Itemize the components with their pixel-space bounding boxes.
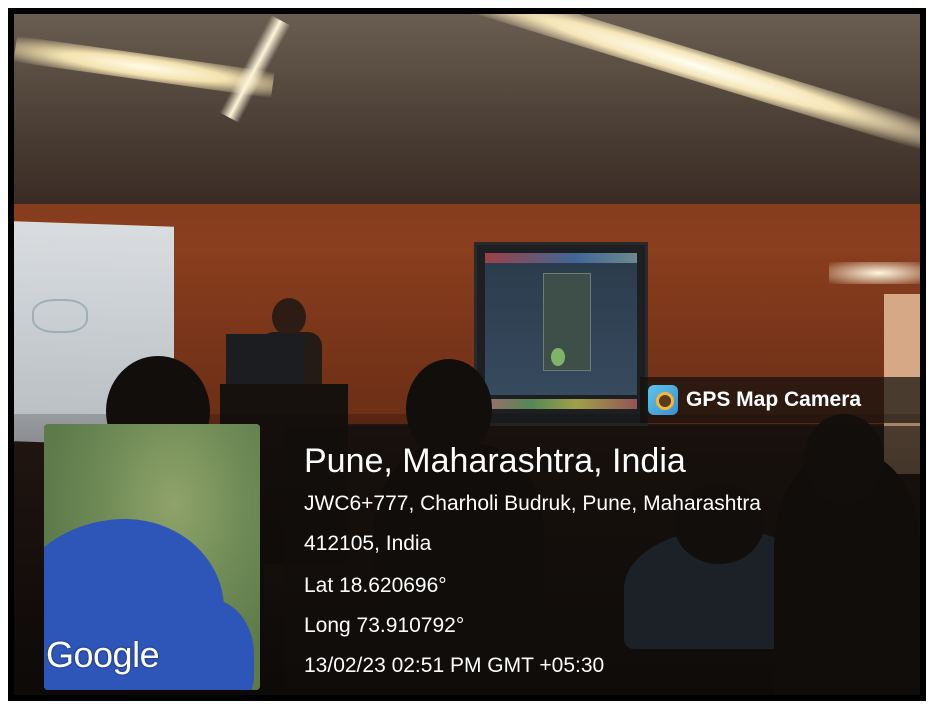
app-name: GPS Map Camera [686, 388, 862, 411]
slide-taskbar [485, 399, 637, 409]
google-watermark: Google [46, 634, 160, 675]
longitude: Long 73.910792° [304, 614, 465, 637]
projected-slide [485, 253, 637, 395]
projection-screen [474, 242, 648, 426]
address-line-1: JWC6+777, Charholi Budruk, Pune, Maharas… [304, 492, 761, 515]
photo-frame: GPS Map Camera Google Pune, Maharashtra,… [8, 8, 926, 701]
ceiling-light [829, 262, 920, 284]
location-title: Pune, Maharashtra, India [304, 442, 686, 480]
latitude: Lat 18.620696° [304, 574, 447, 597]
slide-topbar [485, 253, 637, 263]
ceiling [14, 14, 920, 204]
timestamp: 13/02/23 02:51 PM GMT +05:30 [304, 654, 605, 677]
camera-lens-icon [648, 385, 678, 415]
app-badge: GPS Map Camera [640, 377, 920, 423]
address-line-2: 412105, India [304, 532, 432, 555]
conference-room-photo: GPS Map Camera Google Pune, Maharashtra,… [14, 14, 920, 695]
map-thumbnail: Google [44, 424, 260, 690]
whiteboard-drawing [32, 299, 88, 333]
speaker-head [272, 298, 306, 336]
slide-icon [551, 348, 565, 366]
